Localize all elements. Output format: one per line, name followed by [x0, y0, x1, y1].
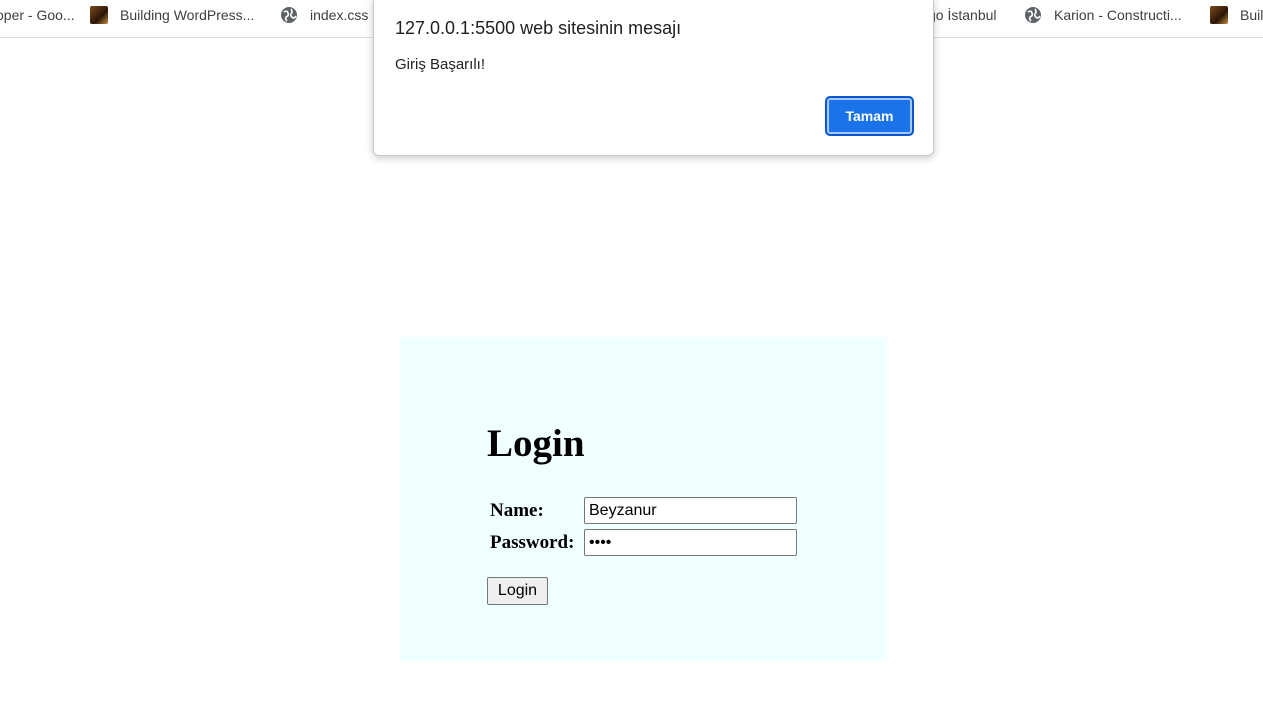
login-title: Login [487, 422, 585, 465]
bookmark-label: Building WordPress... [120, 7, 255, 23]
alert-dialog: 127.0.0.1:5500 web sitesinin mesajı Giri… [373, 0, 934, 156]
bookmark-karion[interactable]: Karion - Constructi... [1024, 4, 1182, 26]
site-thumbnail-icon [90, 6, 108, 24]
site-thumbnail-icon [1210, 6, 1228, 24]
bookmark-building-wordpress[interactable]: Building WordPress... [90, 4, 254, 26]
login-button[interactable]: Login [487, 577, 548, 605]
bookmark-label: Buil [1240, 7, 1263, 23]
bookmark-istanbul[interactable]: go İstanbul [928, 4, 997, 26]
password-input[interactable]: •••• [584, 529, 797, 556]
bookmark-label: oper - Goo... [0, 7, 75, 23]
globe-icon [1024, 6, 1042, 24]
name-input[interactable]: Beyzanur [584, 497, 797, 524]
name-label: Name: [490, 500, 544, 521]
bookmark-google[interactable]: oper - Goo... [0, 4, 75, 26]
bookmark-building[interactable]: Buil [1210, 4, 1263, 26]
password-label: Password: [490, 532, 575, 553]
alert-title: 127.0.0.1:5500 web sitesinin mesajı [395, 18, 682, 38]
login-panel: Login Name: Beyzanur Password: •••• Logi… [400, 337, 887, 661]
bookmark-label: Karion - Constructi... [1054, 7, 1182, 23]
bookmark-index-css[interactable]: index.css [280, 4, 368, 26]
ok-button[interactable]: Tamam [825, 96, 914, 136]
bookmark-label: index.css [310, 7, 369, 23]
alert-message: Giriş Başarılı! [395, 56, 486, 73]
bookmark-label: go İstanbul [928, 7, 997, 23]
globe-icon [280, 6, 298, 24]
